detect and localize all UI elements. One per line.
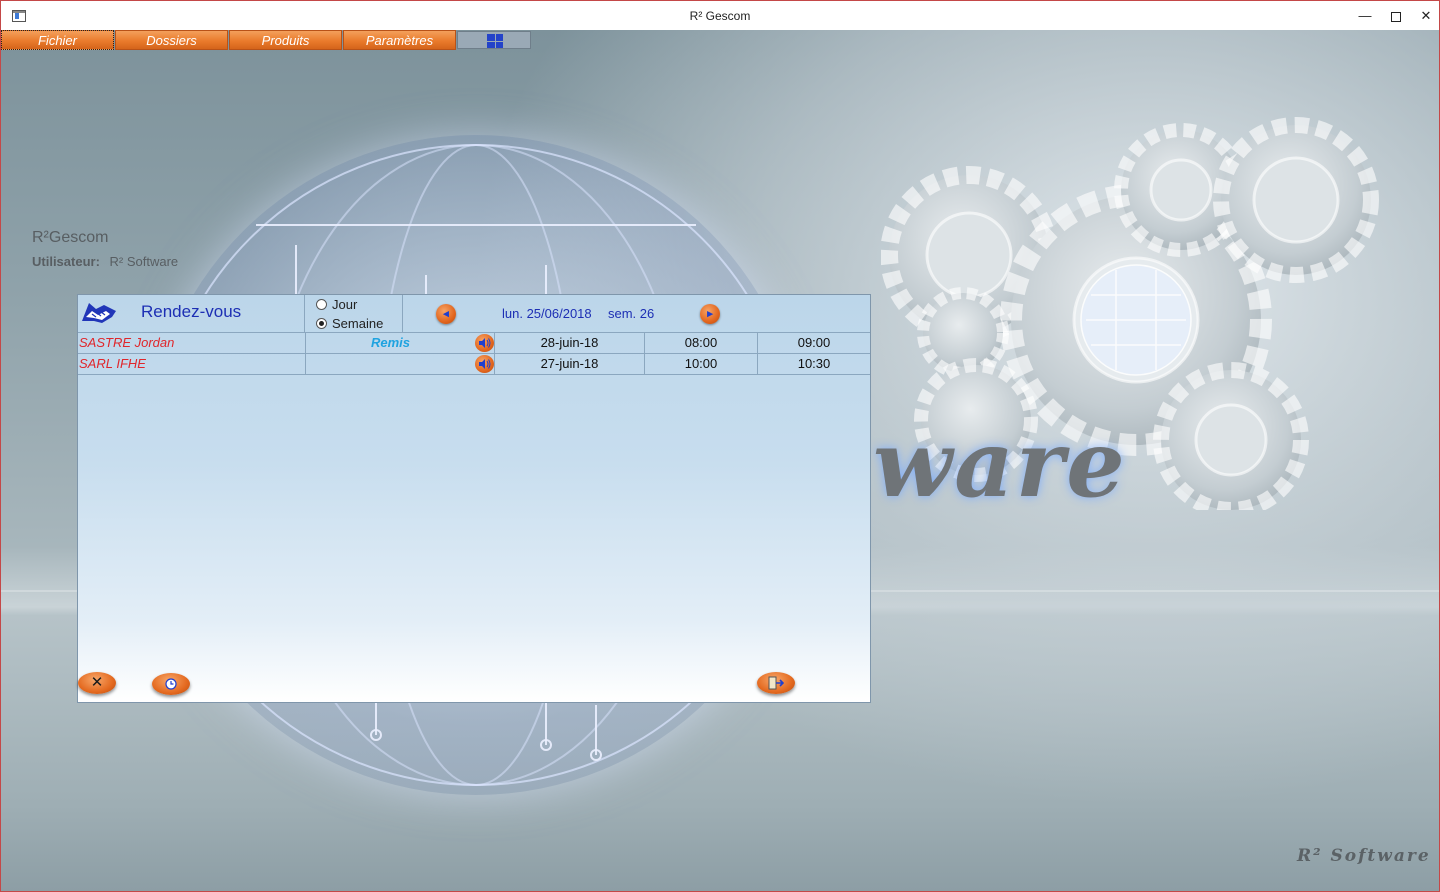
arrow-right-icon: ▸ (707, 308, 713, 320)
desktop-background: ware R² Software R²Gescom Utilisateur: R… (0, 30, 1440, 892)
table-row[interactable]: SARL IFHE 27-juin-18 10:00 10:30 (78, 354, 870, 375)
appointments-header: Rendez-vous Jour Semaine ◂ lun. 25/06/20… (78, 295, 870, 333)
app-name-label: R²Gescom (32, 229, 109, 246)
maximize-button[interactable] (1381, 5, 1411, 27)
speaker-button[interactable] (475, 334, 494, 352)
appointment-start: 10:00 (644, 354, 757, 374)
header-divider (304, 295, 305, 333)
window-title: R² Gescom (689, 9, 751, 23)
windows-menu-button[interactable] (457, 31, 531, 49)
clock-icon (165, 678, 177, 690)
appointment-status (305, 354, 475, 374)
close-panel-button[interactable]: ✕ (78, 672, 116, 694)
appointment-date: 28-juin-18 (494, 333, 644, 353)
appointment-end: 09:00 (757, 333, 870, 353)
view-jour-radio[interactable]: Jour (316, 297, 357, 312)
speaker-cell (475, 354, 494, 374)
software-watermark: ware (873, 410, 1127, 518)
menu-bar: Fichier Dossiers Produits Paramètres (1, 30, 531, 50)
appointment-start: 08:00 (644, 333, 757, 353)
exit-door-icon (768, 676, 785, 690)
appointments-panel: Rendez-vous Jour Semaine ◂ lun. 25/06/20… (77, 294, 871, 703)
handshake-icon (82, 303, 116, 323)
view-jour-label: Jour (332, 297, 358, 312)
user-label: Utilisateur: (32, 254, 100, 269)
user-line: Utilisateur: R² Software (32, 254, 178, 269)
menu-dossiers[interactable]: Dossiers (115, 30, 228, 50)
speaker-icon (479, 359, 491, 369)
appointment-status: Remis (305, 333, 475, 353)
menu-parametres[interactable]: Paramètres (343, 30, 456, 50)
arrow-left-icon: ◂ (443, 308, 449, 320)
title-bar: R² Gescom — ✕ (0, 0, 1440, 30)
table-row[interactable]: SASTRE Jordan Remis 28-juin-18 08:00 09:… (78, 333, 870, 354)
radio-dot[interactable] (316, 318, 327, 329)
radio-dot[interactable] (316, 299, 327, 310)
prev-week-button[interactable]: ◂ (436, 304, 456, 324)
appointment-name: SASTRE Jordan (79, 335, 175, 350)
appointments-list: SASTRE Jordan Remis 28-juin-18 08:00 09:… (78, 333, 870, 375)
speaker-button[interactable] (475, 355, 494, 373)
view-semaine-radio[interactable]: Semaine (316, 316, 383, 331)
current-date: lun. 25/06/2018 (502, 306, 592, 321)
appointment-end: 10:30 (757, 354, 870, 374)
close-icon: ✕ (90, 674, 104, 691)
appointment-date: 27-juin-18 (494, 354, 644, 374)
speaker-icon (479, 338, 491, 348)
header-divider (402, 295, 403, 333)
speaker-cell (475, 333, 494, 353)
user-value: R² Software (109, 254, 179, 269)
appointments-title: Rendez-vous (141, 302, 242, 321)
clock-button[interactable] (152, 673, 190, 695)
menu-fichier[interactable]: Fichier (1, 30, 114, 50)
view-semaine-label: Semaine (332, 316, 384, 331)
next-week-button[interactable]: ▸ (700, 304, 720, 324)
maximize-icon (1391, 11, 1401, 22)
exit-button[interactable] (757, 672, 795, 694)
menu-produits[interactable]: Produits (229, 30, 342, 50)
week-number: sem. 26 (608, 306, 655, 321)
minimize-button[interactable]: — (1350, 5, 1380, 27)
windows-grid-icon (487, 34, 503, 48)
appointment-name: SARL IFHE (79, 356, 146, 371)
brand-signature: R² Software (1297, 846, 1431, 866)
close-window-button[interactable]: ✕ (1411, 5, 1440, 27)
